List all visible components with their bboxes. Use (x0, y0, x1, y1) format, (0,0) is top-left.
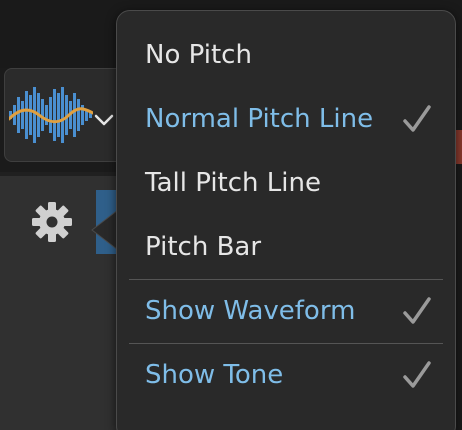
checkmark-icon (403, 361, 431, 388)
menu-item-normal-pitch-line[interactable]: Normal Pitch Line (117, 95, 455, 143)
chevron-down-icon (94, 114, 114, 126)
gear-icon[interactable] (30, 200, 74, 244)
checkmark-icon (403, 297, 431, 324)
popup-pointer-arrow (91, 210, 118, 250)
display-options-menu: No Pitch Normal Pitch Line Tall Pitch Li… (116, 10, 456, 430)
menu-item-label: Show Waveform (145, 296, 356, 326)
checkmark-icon (403, 105, 431, 132)
menu-item-pitch-bar[interactable]: Pitch Bar (117, 223, 455, 271)
display-mode-button[interactable] (4, 68, 124, 162)
menu-item-label: Normal Pitch Line (145, 104, 374, 134)
menu-separator (129, 279, 443, 280)
menu-item-label: No Pitch (145, 40, 252, 70)
menu-item-tall-pitch-line[interactable]: Tall Pitch Line (117, 159, 455, 207)
waveform-pitch-icon (9, 87, 93, 143)
menu-item-label: Show Tone (145, 360, 284, 390)
menu-item-no-pitch[interactable]: No Pitch (117, 31, 455, 79)
app-stage: No Pitch Normal Pitch Line Tall Pitch Li… (0, 0, 462, 430)
menu-separator (129, 343, 443, 344)
menu-item-show-waveform[interactable]: Show Waveform (117, 287, 455, 335)
menu-item-label: Pitch Bar (145, 232, 262, 262)
menu-item-label: Tall Pitch Line (145, 168, 321, 198)
menu-item-show-tone[interactable]: Show Tone (117, 351, 455, 399)
